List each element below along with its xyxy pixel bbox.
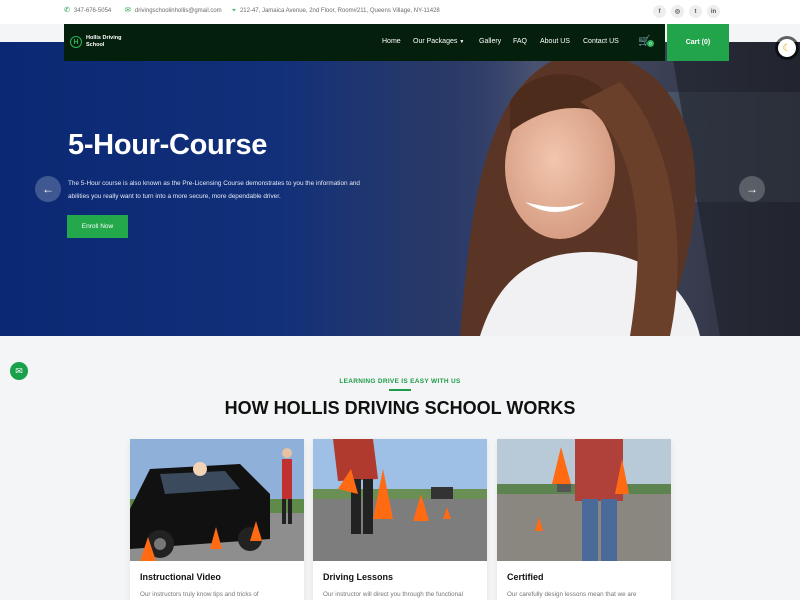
logo-icon: H (70, 36, 82, 48)
nav-item-label: Our Packages (413, 38, 458, 45)
hero-slider: 5-Hour-Course The 5-Hour course is also … (0, 42, 800, 336)
eyebrow-underline (389, 389, 411, 391)
moon-icon: ☾ (782, 42, 792, 54)
location-icon: ⌖ (232, 7, 236, 14)
nav-item-home[interactable]: Home (382, 38, 401, 45)
address-info: ⌖ 212-47, Jamaica Avenue, 2nd Floor, Roo… (232, 7, 440, 14)
card-text: Our instructor will direct you through t… (323, 591, 463, 598)
nav-item-contact-us[interactable]: Contact US (583, 38, 619, 45)
slider-prev-button[interactable]: ← (35, 176, 61, 202)
slider-next-button[interactable]: → (739, 176, 765, 202)
address-text: 212-47, Jamaica Avenue, 2nd Floor, Room#… (239, 7, 440, 14)
section-eyebrow: LEARNING DRIVE IS EASY WITH US (339, 378, 461, 385)
cart-button[interactable]: Cart (0) (667, 24, 729, 61)
caret-down-icon: ▼ (459, 39, 465, 45)
enroll-now-button[interactable]: Enroll Now (67, 215, 128, 238)
card-title: Driving Lessons (323, 572, 394, 582)
logo-text: Hollis Driving School (86, 35, 122, 48)
card-text: Our instructors truly know tips and tric… (140, 591, 259, 598)
card-image (313, 439, 487, 561)
card-image (130, 439, 304, 561)
messenger-icon: ✉ (15, 365, 23, 376)
card-text: Our carefully design lessons mean that w… (507, 591, 637, 598)
arrow-left-icon: ← (42, 182, 54, 196)
main-navbar: H Hollis Driving School Home Our Package… (64, 24, 665, 61)
social-links: f ◎ t in (653, 5, 720, 18)
card-title: Certified (507, 572, 544, 582)
nav-item-gallery[interactable]: Gallery (479, 38, 501, 45)
card-title: Instructional Video (140, 572, 221, 582)
instagram-icon[interactable]: ◎ (671, 5, 684, 18)
cart-count-badge: 0 (647, 40, 654, 47)
nav-item-about-us[interactable]: About US (540, 38, 570, 45)
phone-info[interactable]: ✆ 347-676-5054 (64, 7, 111, 14)
nav-item-faq[interactable]: FAQ (513, 38, 527, 45)
phone-number: 347-676-5054 (73, 7, 112, 14)
card-instructional-video[interactable]: Instructional Video Our instructors trul… (130, 439, 304, 600)
nav-item-our-packages[interactable]: Our Packages ▼ (413, 38, 464, 45)
linkedin-icon[interactable]: in (707, 5, 720, 18)
card-driving-lessons[interactable]: Driving Lessons Our instructor will dire… (313, 439, 487, 600)
dark-mode-toggle[interactable]: ☾ (778, 39, 796, 57)
hero-description: The 5-Hour course is also known as the P… (68, 180, 360, 200)
site-logo[interactable]: H Hollis Driving School (70, 35, 126, 49)
facebook-icon[interactable]: f (653, 5, 666, 18)
card-image (497, 439, 671, 561)
arrow-right-icon: → (746, 182, 758, 196)
mail-icon: ✉ (125, 7, 131, 14)
section-title: HOW HOLLIS DRIVING SCHOOL WORKS (224, 398, 576, 418)
email-address: drivingschoolinhollis@gmail.com (134, 7, 222, 14)
card-certified[interactable]: Certified Our carefully design lessons m… (497, 439, 671, 600)
phone-icon: ✆ (64, 7, 70, 14)
email-info[interactable]: ✉ drivingschoolinhollis@gmail.com (125, 7, 222, 14)
top-info-bar: ✆ 347-676-5054 ✉ drivingschoolinhollis@g… (0, 0, 800, 24)
twitter-icon[interactable]: t (689, 5, 702, 18)
hero-title: 5-Hour-Course (68, 129, 268, 161)
